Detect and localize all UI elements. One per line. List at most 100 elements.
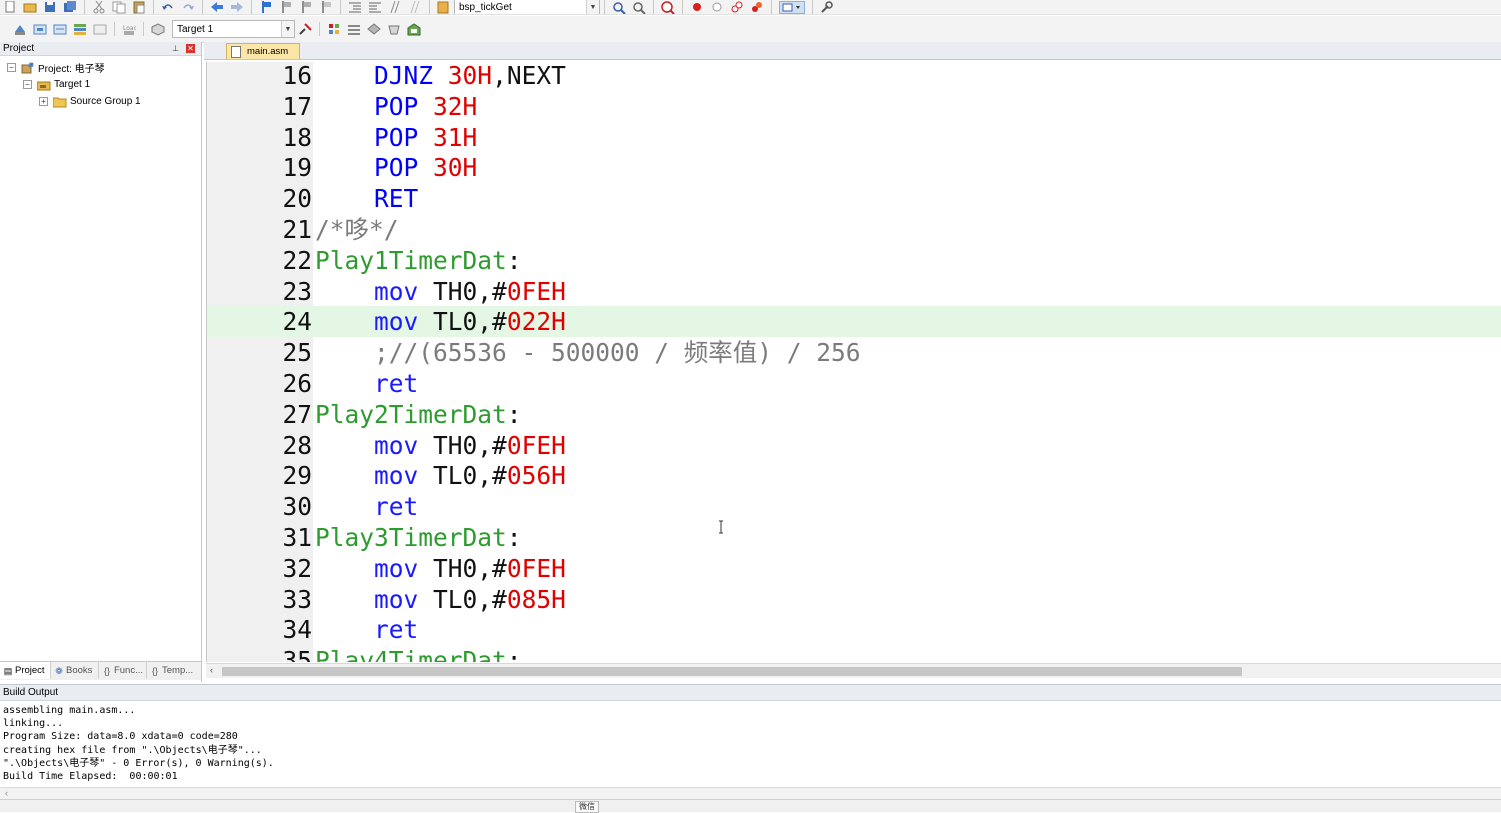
bookmark-icon[interactable]: [259, 0, 273, 14]
code-line[interactable]: 20 RET: [207, 183, 1501, 214]
code-text: mov TH0,#0FEH: [315, 553, 566, 584]
file-icon: [231, 45, 241, 58]
tab-main-asm[interactable]: main.asm: [226, 43, 300, 59]
scroll-left-icon[interactable]: ‹: [210, 665, 213, 675]
code-line[interactable]: 21/*哆*/: [207, 214, 1501, 245]
indent-icon[interactable]: [348, 1, 362, 14]
expand-icon[interactable]: +: [39, 97, 48, 106]
select-packs-icon[interactable]: [347, 23, 361, 36]
line-number: 26: [282, 369, 312, 398]
scroll-left-icon[interactable]: ‹: [5, 788, 8, 798]
code-line[interactable]: 33 mov TL0,#085H: [207, 584, 1501, 615]
code-line[interactable]: 18 POP 31H: [207, 122, 1501, 153]
code-line[interactable]: 23 mov TH0,#0FEH: [207, 276, 1501, 307]
configure-icon[interactable]: [820, 0, 834, 14]
target-options-icon[interactable]: [151, 22, 165, 36]
debug-session-icon[interactable]: [661, 0, 675, 14]
code-line[interactable]: 19 POP 30H: [207, 152, 1501, 183]
uncomment-icon[interactable]: [408, 0, 422, 14]
code-line[interactable]: 32 mov TH0,#0FEH: [207, 553, 1501, 584]
packs-icon[interactable]: [407, 22, 421, 36]
svg-text:Load: Load: [123, 25, 136, 32]
download-icon[interactable]: Load: [122, 23, 136, 36]
new-file-icon[interactable]: [3, 0, 17, 14]
bookmark-clear-icon[interactable]: [319, 0, 333, 14]
toolbar-separator: [251, 0, 252, 14]
function-combo[interactable]: bsp_tickGet ▼: [454, 0, 600, 14]
comment-icon[interactable]: [388, 0, 402, 14]
code-line[interactable]: 35 Play4TimerDat:: [207, 645, 1501, 662]
tree-item-project[interactable]: − Project: 电子琴: [0, 59, 201, 76]
breakpoint-icon[interactable]: [690, 1, 704, 14]
batch-build-icon[interactable]: [73, 23, 87, 36]
copy-icon[interactable]: [112, 1, 126, 14]
project-pane: Project ⊥ ✕ − Project: 电子琴 − Target 1 + …: [0, 42, 202, 682]
undo-icon[interactable]: [161, 1, 175, 14]
manage-project-items-icon[interactable]: [327, 23, 341, 36]
chevron-down-icon[interactable]: ▼: [586, 0, 599, 14]
open-folder-icon[interactable]: [23, 1, 37, 14]
pack-installer-icon[interactable]: [367, 22, 381, 36]
incremental-find-icon[interactable]: [632, 1, 646, 14]
breakpoints-kill-all-icon[interactable]: [750, 1, 764, 14]
rebuild-icon[interactable]: [53, 23, 67, 36]
target-settings-icon[interactable]: [298, 22, 312, 36]
paste-icon[interactable]: [132, 1, 146, 14]
save-all-icon[interactable]: [63, 0, 77, 14]
collapse-icon[interactable]: −: [7, 63, 16, 72]
window-layout-icon[interactable]: [779, 0, 805, 14]
close-icon[interactable]: ✕: [186, 44, 195, 53]
stop-build-icon[interactable]: [93, 23, 107, 36]
navigate-back-icon[interactable]: [210, 1, 224, 14]
unindent-icon[interactable]: [368, 1, 382, 14]
code-line[interactable]: 30 ret: [207, 491, 1501, 522]
horizontal-scrollbar[interactable]: ‹: [206, 663, 1501, 678]
scrollbar-thumb[interactable]: [222, 667, 1242, 676]
chevron-down-icon[interactable]: ▼: [281, 21, 294, 37]
code-line[interactable]: 25 ;//(65536 - 500000 / 频率值) / 256: [207, 337, 1501, 368]
target-combo[interactable]: Target 1 ▼: [172, 20, 295, 38]
save-icon[interactable]: [43, 1, 57, 14]
build-icon[interactable]: [33, 23, 47, 36]
code-line-current[interactable]: 24 mov TL0,#022H: [207, 306, 1501, 338]
tab-templates[interactable]: {} Temp...: [147, 662, 201, 679]
bookmark-next-icon[interactable]: [299, 0, 313, 14]
line-number: 19: [282, 153, 312, 183]
code-line[interactable]: 16 DJNZ 30H,NEXT: [207, 62, 1501, 91]
tree-item-source-group[interactable]: + Source Group 1: [0, 93, 201, 110]
code-token: 30H: [447, 62, 493, 90]
find-icon[interactable]: [612, 1, 626, 14]
project-pane-header: Project ⊥ ✕: [0, 42, 201, 56]
run-time-environment-icon[interactable]: [387, 23, 401, 36]
code-text: Play3TimerDat:: [315, 522, 522, 553]
find-in-files-icon[interactable]: [437, 1, 451, 14]
navigate-forward-icon[interactable]: [230, 1, 244, 14]
translate-icon[interactable]: [13, 23, 27, 36]
code-line[interactable]: 17 POP 32H: [207, 91, 1501, 122]
tab-functions[interactable]: {} Func...: [99, 662, 147, 679]
collapse-icon[interactable]: −: [23, 80, 32, 89]
cut-icon[interactable]: [92, 0, 106, 14]
pin-icon[interactable]: ⊥: [171, 44, 180, 53]
code-line[interactable]: 26 ret: [207, 368, 1501, 399]
code-line[interactable]: 22 Play1TimerDat:: [207, 245, 1501, 276]
code-line[interactable]: 31 Play3TimerDat:: [207, 522, 1501, 553]
code-line[interactable]: 27 Play2TimerDat:: [207, 399, 1501, 430]
redo-icon[interactable]: [181, 1, 195, 14]
code-line[interactable]: 29 mov TL0,#056H: [207, 460, 1501, 491]
code-line[interactable]: 28 mov TH0,#0FEH: [207, 430, 1501, 461]
bookmark-prev-icon[interactable]: [279, 0, 293, 14]
code-line[interactable]: 34 ret: [207, 614, 1501, 645]
code-editor[interactable]: 16 DJNZ 30H,NEXT 17 POP 32H 18 POP 31H 19 P…: [206, 62, 1501, 662]
tree-item-target[interactable]: − Target 1: [0, 76, 201, 93]
breakpoints-disable-all-icon[interactable]: [730, 1, 744, 14]
build-output-log[interactable]: assembling main.asm... linking... Program …: [0, 701, 1501, 783]
tab-books[interactable]: ❁ Books: [51, 662, 99, 679]
tab-project[interactable]: ▤ Project: [0, 662, 51, 679]
breakpoint-disable-icon[interactable]: [710, 1, 724, 14]
code-text: POP 30H: [315, 152, 477, 183]
